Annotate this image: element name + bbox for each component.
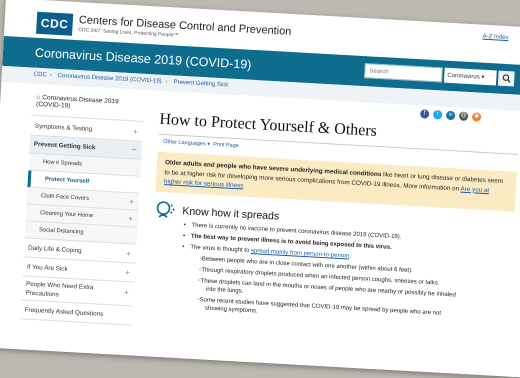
spread-person-icon	[154, 200, 177, 226]
sidebar-item-label: If You Are Sick	[26, 263, 68, 273]
other-languages-dropdown[interactable]: Other Languages ▾	[163, 139, 210, 148]
sidebar-home-label: Coronavirus Disease 2019 (COVID-19)	[35, 94, 119, 110]
risk-alert-box: Older adults and people who have severe …	[155, 151, 518, 212]
sidebar-item-label: Cleaning Your Home	[39, 210, 94, 220]
site-section-title[interactable]: Coronavirus Disease 2019 (COVID-19)	[35, 46, 252, 72]
expand-icon[interactable]: +	[125, 263, 131, 282]
sidebar-item-label: People Who Need Extra Precautions	[25, 280, 94, 299]
breadcrumb-current[interactable]: Prevent Getting Sick	[173, 79, 228, 88]
sidebar-item-label: How it Spreads	[42, 159, 83, 168]
section-heading: Know how it spreads	[182, 205, 280, 223]
sidebar-item-label: Cloth Face Covers	[40, 193, 90, 202]
expand-icon[interactable]: +	[129, 193, 135, 210]
sidebar-item-label: Social Distancing	[38, 227, 84, 236]
sidebar-item-label: Prevent Getting Sick	[33, 140, 96, 152]
spread-bullet-list: • There is currently no vaccine to preven…	[182, 222, 504, 316]
sidebar-item-label: Protect Yourself	[44, 176, 90, 185]
sidebar-item-label: Daily Life & Coping	[27, 244, 82, 255]
facebook-icon[interactable]: f	[419, 109, 430, 119]
browser-page: CDC Centers for Disease Control and Prev…	[0, 0, 520, 378]
collapse-icon[interactable]: −	[132, 141, 138, 159]
expand-icon[interactable]: +	[124, 288, 129, 297]
search-scope-select[interactable]: Coronavirus ▾	[443, 67, 497, 86]
sidebar-item-label: Frequently Asked Questions	[24, 306, 104, 318]
sidebar-home[interactable]: ⌂ Coronavirus Disease 2019 (COVID-19)	[31, 91, 145, 122]
list-item-text: The virus is thought to	[190, 244, 252, 255]
expand-icon[interactable]: +	[126, 244, 132, 263]
breadcrumb-separator: ›	[165, 79, 168, 86]
sub-list-item-cont: showing symptoms.	[204, 305, 258, 315]
spread-mainly-link[interactable]: spread mainly from person-to-person	[251, 248, 350, 259]
az-index-link[interactable]: A-Z Index	[482, 34, 508, 41]
list-item-text: .	[349, 253, 352, 260]
linkedin-icon[interactable]: in	[445, 110, 456, 121]
breadcrumb-covid[interactable]: Coronavirus Disease 2019 (COVID-19)	[58, 73, 162, 85]
search-button[interactable]	[497, 70, 515, 87]
search-input[interactable]	[364, 63, 443, 83]
expand-icon[interactable]: +	[133, 123, 139, 141]
sidebar-nav: ⌂ Coronavirus Disease 2019 (COVID-19) Sy…	[20, 91, 145, 326]
breadcrumb-cdc[interactable]: CDC	[34, 72, 47, 79]
sidebar-item-label: Symptoms & Testing	[34, 122, 93, 134]
cdc-logo[interactable]: CDC	[36, 11, 74, 36]
email-icon[interactable]: @	[458, 111, 469, 121]
expand-icon[interactable]: +	[128, 210, 134, 227]
sub-list-item-cont: into the lungs.	[205, 286, 244, 295]
search-icon	[502, 74, 511, 83]
breadcrumb-separator: ›	[49, 72, 52, 79]
rss-icon[interactable]: ◉	[471, 112, 482, 122]
print-page-link[interactable]: Print Page	[213, 142, 239, 149]
twitter-icon[interactable]: t	[432, 110, 443, 120]
